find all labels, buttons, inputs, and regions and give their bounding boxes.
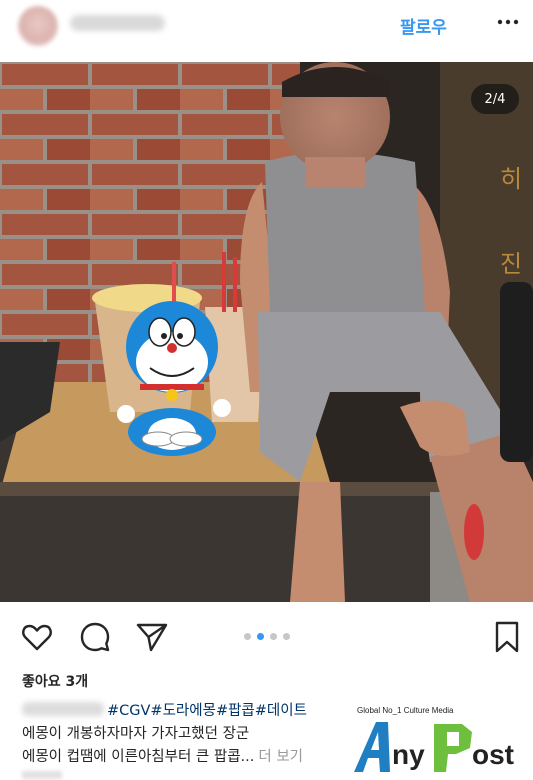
comment-icon[interactable] [78,620,112,654]
svg-text:ny: ny [392,739,425,770]
post-photo[interactable]: 히 진 2/4 [0,62,533,602]
svg-text:히: 히 [500,165,522,193]
timestamp-blurred [22,771,62,779]
follow-button[interactable]: 팔로우 [400,13,447,38]
send-icon[interactable] [135,620,169,654]
avatar[interactable] [18,6,58,46]
more-link[interactable]: 더 보기 [258,749,303,765]
carousel-dot [244,633,251,640]
username-blurred[interactable] [70,15,165,31]
action-bar [0,616,533,660]
post-header: 팔로우 [0,0,533,52]
caption-username-blurred[interactable] [22,702,104,716]
caption-text: 에몽이 컵땜에 이른아침부터 큰 팝콥... [22,749,255,765]
likes-count[interactable]: 좋아요 3개 [22,671,88,691]
watermark-tagline: Global No_1 Culture Media [357,706,454,715]
carousel-dot-active [257,633,264,640]
carousel-dot [283,633,290,640]
carousel-dots [244,633,290,640]
caption-hashtags[interactable]: #CGV#도라에몽#팝콥#데이트 [107,699,307,720]
svg-text:ost: ost [472,739,514,770]
carousel-counter: 2/4 [471,84,519,114]
anypost-logo: ny ost [354,722,514,772]
more-horizontal-icon[interactable] [496,10,520,34]
svg-text:진: 진 [500,250,522,278]
photo-scene: 히 진 [0,62,533,602]
heart-icon[interactable] [20,620,54,654]
carousel-dot [270,633,277,640]
caption-line-truncated: 에몽이 컵땜에 이른아침부터 큰 팝콥... 더 보기 [22,745,303,766]
caption-line: 에몽이 개봉하자마자 가자고했던 장군 [22,726,250,742]
bookmark-icon[interactable] [490,620,524,654]
